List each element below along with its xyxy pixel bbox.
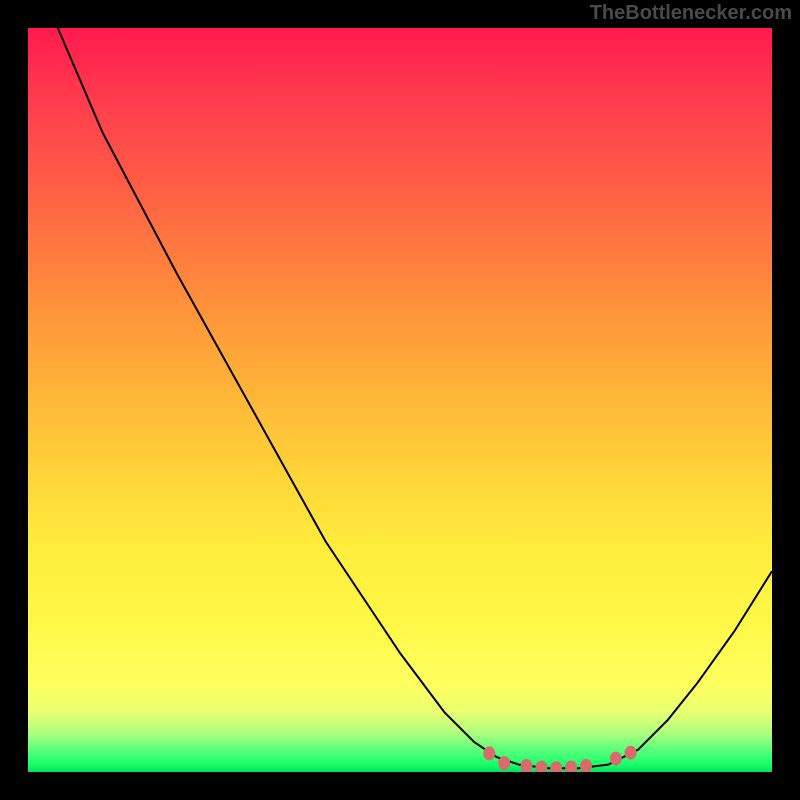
bottleneck-curve	[58, 28, 772, 768]
curve-overlay	[28, 28, 772, 772]
optimal-marker	[625, 746, 637, 760]
optimal-marker	[483, 746, 495, 760]
optimal-marker	[550, 761, 562, 772]
watermark-text: TheBottlenecker.com	[590, 2, 792, 25]
optimal-marker	[610, 752, 622, 766]
optimal-marker	[565, 761, 577, 773]
optimal-marker	[580, 759, 592, 772]
optimal-marker	[521, 759, 533, 772]
chart-area	[28, 28, 772, 772]
optimal-marker	[498, 756, 510, 770]
optimal-markers-group	[483, 746, 636, 772]
optimal-marker	[535, 761, 547, 773]
